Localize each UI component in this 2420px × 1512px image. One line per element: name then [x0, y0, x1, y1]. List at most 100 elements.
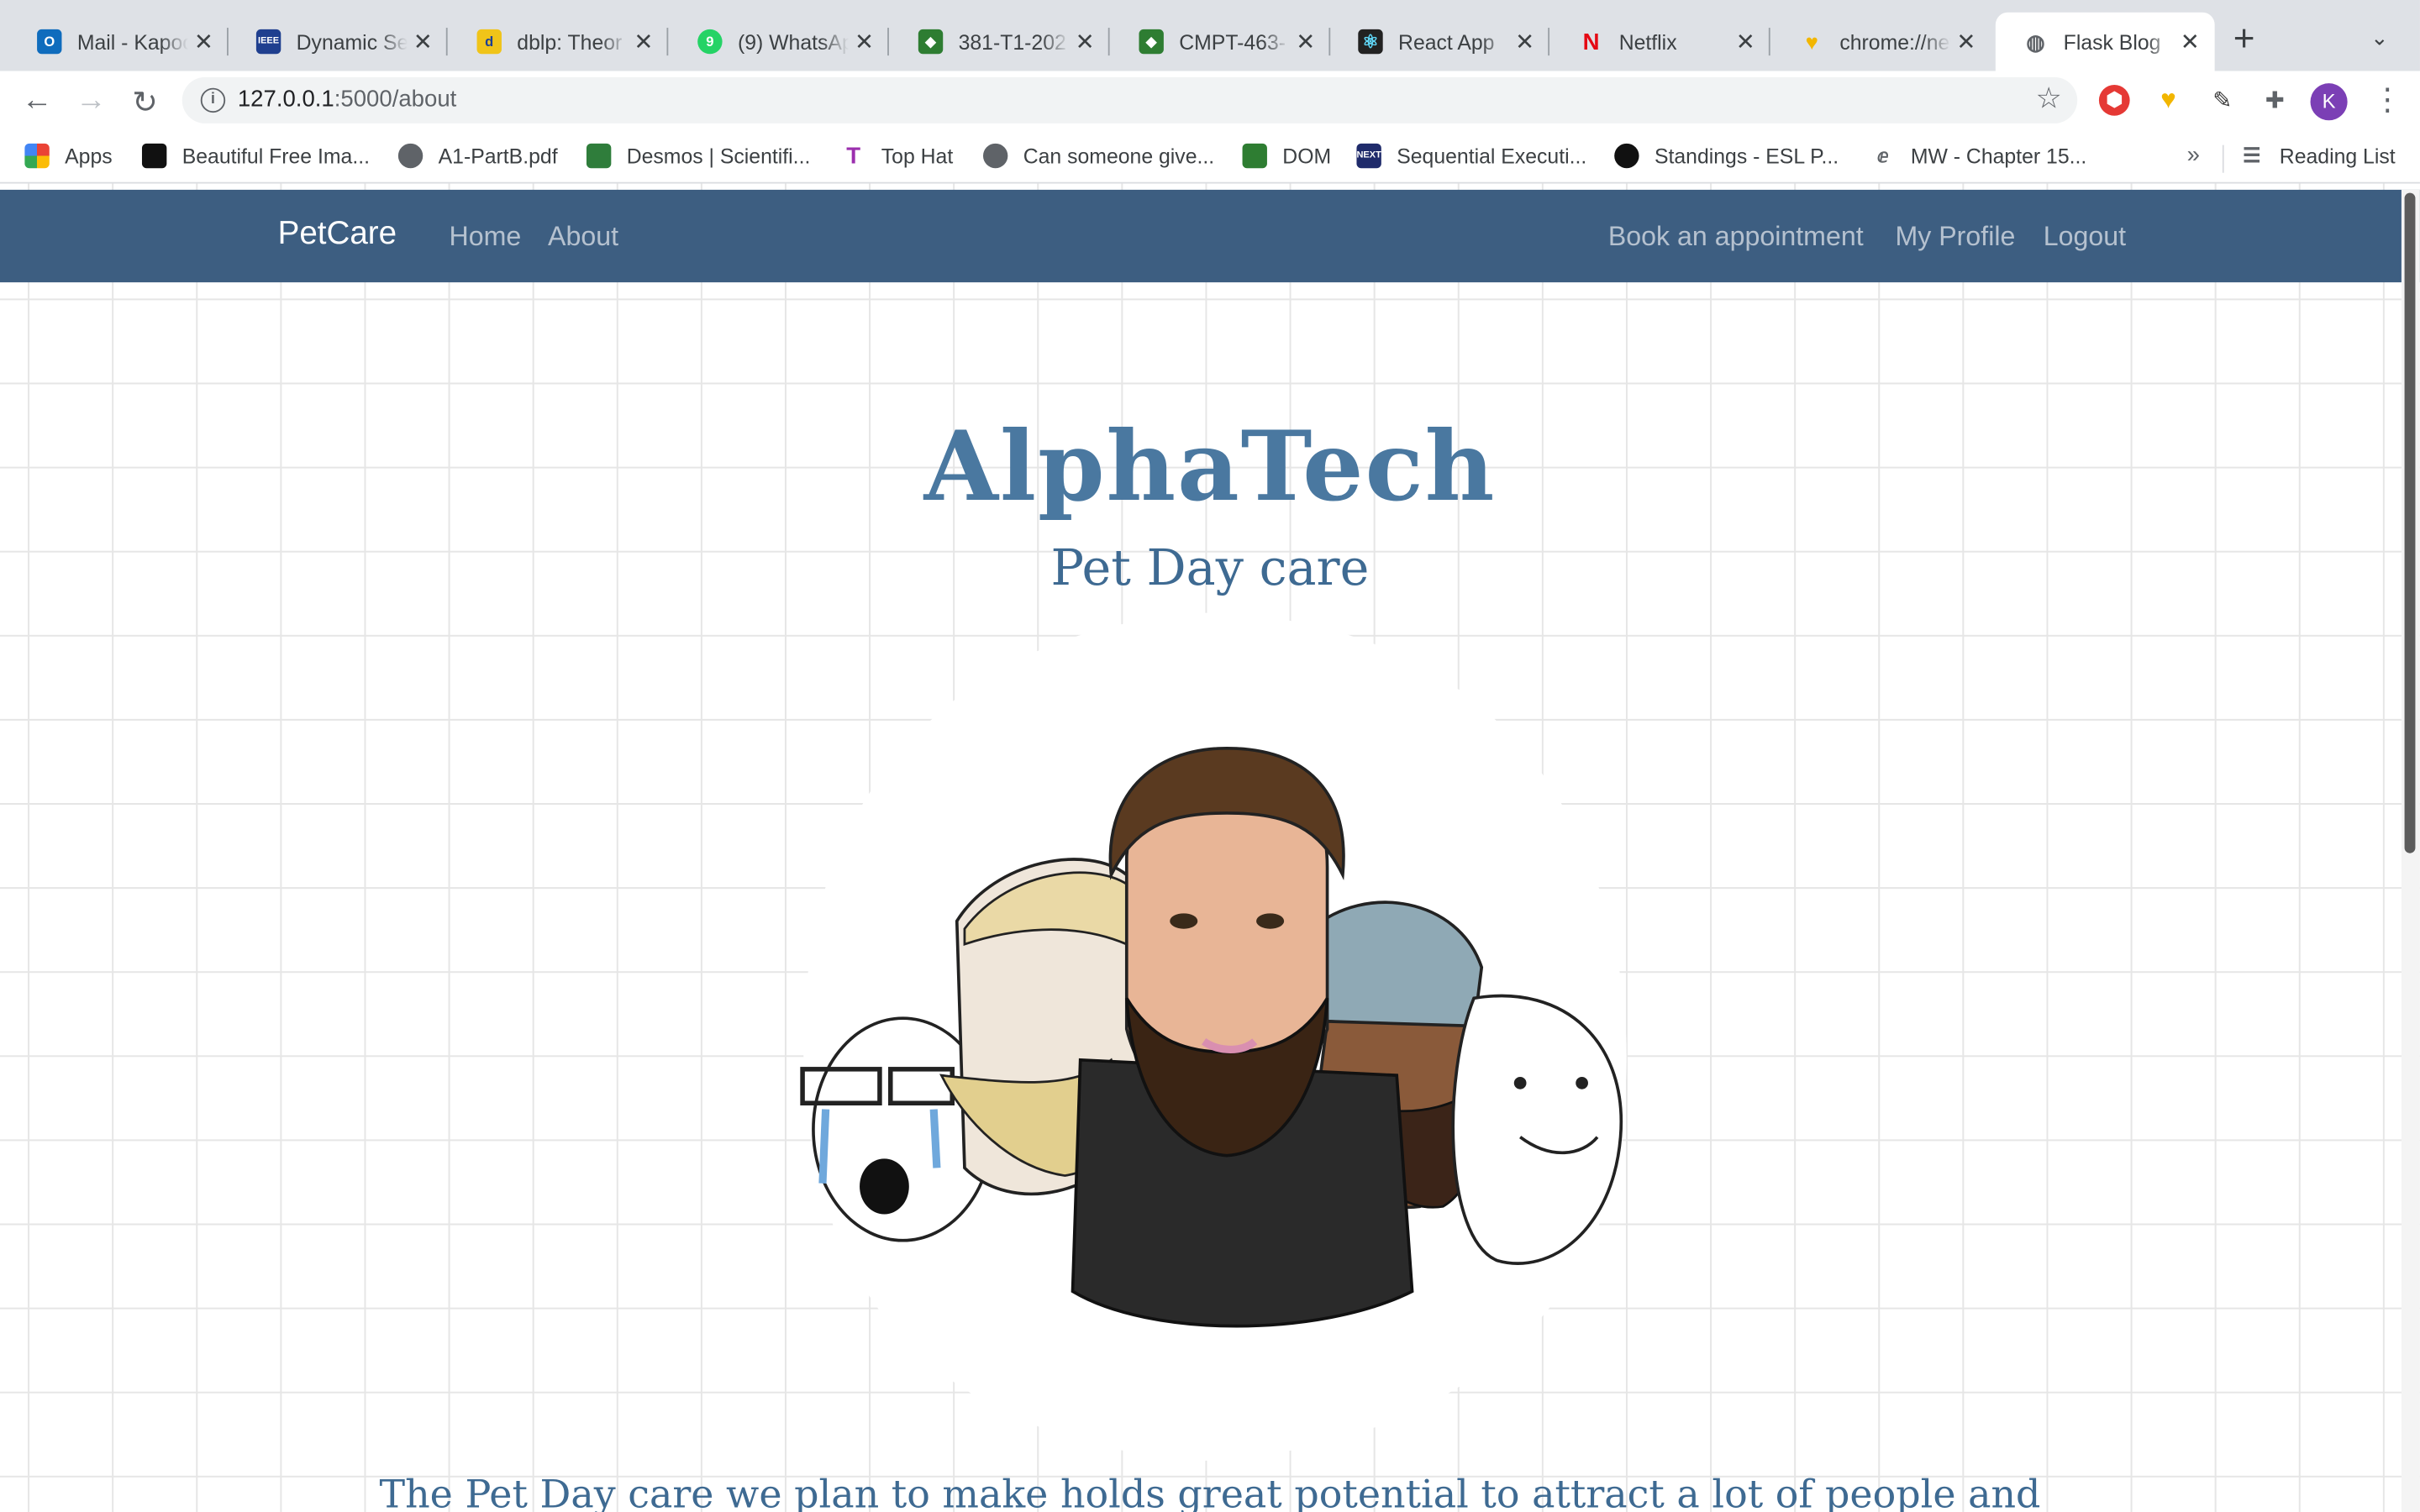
- puzzle-icon[interactable]: ✚: [2260, 85, 2291, 116]
- bookmark-label: DOM: [1282, 144, 1332, 168]
- bookmark-beautiful-free-images[interactable]: Beautiful Free Ima...: [141, 143, 370, 169]
- bookmark-label: Can someone give...: [1023, 144, 1215, 168]
- bookmark-label: Desmos | Scientifi...: [626, 144, 811, 168]
- unsplash-icon: [141, 143, 167, 169]
- desmos-icon: [586, 143, 612, 169]
- tab-title: chrome://new: [1839, 29, 1950, 54]
- bookmark-a1-partb[interactable]: A1-PartB.pdf: [397, 143, 558, 169]
- bookmarks-bar: Apps Beautiful Free Ima... A1-PartB.pdf …: [0, 132, 2420, 184]
- heart-icon: ♥: [1805, 29, 1818, 55]
- browser-toolbar: ← → ↻ i 127.0.0.1:5000/about ☆ ⬢ ♥ ✎ ✚ K…: [0, 71, 2420, 133]
- shield-icon: ◆: [918, 29, 944, 55]
- nav-home-link[interactable]: Home: [449, 221, 521, 254]
- outlook-icon: O: [37, 29, 62, 55]
- tab-ieee[interactable]: IEEE Dynamic Se ✕: [229, 13, 448, 71]
- reading-list-icon: ☰: [2243, 143, 2261, 167]
- nav-my-profile-link[interactable]: My Profile: [1895, 221, 2015, 254]
- react-icon: ⚛: [1358, 29, 1383, 55]
- page-scrollbar[interactable]: [2401, 189, 2420, 1512]
- bookmark-desmos[interactable]: Desmos | Scientifi...: [586, 143, 811, 169]
- chevron-down-icon[interactable]: ⌄: [2370, 24, 2389, 50]
- tab-mail[interactable]: O Mail - Kapoor ✕: [9, 13, 229, 71]
- bookmark-label: Apps: [65, 144, 113, 168]
- pen-icon[interactable]: ✎: [2207, 85, 2238, 116]
- bookmark-sequential-execution[interactable]: NEXT Sequential Executi...: [1356, 143, 1587, 169]
- back-button[interactable]: ←: [18, 83, 55, 118]
- tab-title: Mail - Kapoor: [76, 29, 188, 54]
- nav-about-link[interactable]: About: [548, 221, 618, 254]
- globe-icon: ◍: [2026, 28, 2045, 54]
- site-navbar: PetCare Home About Book an appointment M…: [0, 189, 2420, 283]
- new-tab-button[interactable]: +: [2233, 18, 2255, 61]
- bookmark-label: Standings - ESL P...: [1654, 144, 1839, 168]
- shield-icon: ◆: [1139, 29, 1164, 55]
- close-icon[interactable]: ✕: [1730, 28, 1761, 55]
- tab-title: CMPT-463-: [1179, 29, 1286, 54]
- address-bar[interactable]: i 127.0.0.1:5000/about ☆: [182, 76, 2078, 123]
- team-illustration: [800, 612, 1627, 1462]
- close-icon[interactable]: ✕: [188, 28, 219, 55]
- shield-icon: [1242, 143, 1267, 169]
- adblock-icon[interactable]: ⬢: [2098, 85, 2130, 116]
- tab-separator: [445, 28, 448, 56]
- dblp-icon: d: [476, 29, 502, 55]
- tab-separator: [1107, 28, 1110, 56]
- tab-strip: O Mail - Kapoor ✕ IEEE Dynamic Se ✕ d db…: [0, 0, 2420, 71]
- close-icon[interactable]: ✕: [1509, 28, 1540, 55]
- bookmark-mw-chapter[interactable]: ⅇ MW - Chapter 15...: [1870, 144, 2086, 168]
- bookmark-top-hat[interactable]: T Top Hat: [841, 142, 953, 170]
- close-icon[interactable]: ✕: [2175, 28, 2206, 55]
- tab-title: 381-T1-202: [958, 29, 1066, 54]
- url-text[interactable]: 127.0.0.1:5000/about: [238, 87, 456, 113]
- heart-extension-icon[interactable]: ♥: [2153, 85, 2184, 116]
- nav-logout-link[interactable]: Logout: [2044, 221, 2126, 254]
- ieee-icon: IEEE: [255, 29, 281, 55]
- globe-icon: [982, 143, 1008, 169]
- more-bookmarks-button[interactable]: »: [2187, 142, 2200, 168]
- bookmarks-divider: [2222, 144, 2224, 173]
- nav-book-appointment-link[interactable]: Book an appointment: [1608, 221, 1864, 254]
- info-icon[interactable]: i: [200, 87, 226, 113]
- tab-netflix[interactable]: N Netflix ✕: [1551, 13, 1770, 71]
- tab-separator: [1768, 28, 1770, 56]
- bookmark-label: MW - Chapter 15...: [1910, 144, 2087, 168]
- close-icon[interactable]: ✕: [408, 28, 439, 55]
- tab-dblp[interactable]: d dblp: Theor ✕: [449, 13, 669, 71]
- kebab-menu-icon[interactable]: ⋮: [2372, 81, 2403, 119]
- close-icon[interactable]: ✕: [1290, 28, 1321, 55]
- bookmark-label: A1-PartB.pdf: [438, 144, 558, 168]
- bookmark-dom[interactable]: DOM: [1242, 143, 1332, 169]
- globe-icon: [397, 143, 424, 169]
- intro-paragraph: The Pet Day care we plan to make holds g…: [379, 1472, 2041, 1512]
- tophat-icon: T: [846, 142, 861, 170]
- tab-cmpt[interactable]: ◆ CMPT-463- ✕: [1111, 13, 1331, 71]
- close-icon[interactable]: ✕: [629, 28, 660, 55]
- close-icon[interactable]: ✕: [1951, 28, 1982, 55]
- tab-whatsapp[interactable]: 9 (9) WhatsAp ✕: [670, 13, 889, 71]
- tab-react-app[interactable]: ⚛ React App ✕: [1330, 13, 1550, 71]
- reload-button[interactable]: ↻: [127, 83, 164, 122]
- close-icon[interactable]: ✕: [1070, 28, 1101, 55]
- reading-list-button[interactable]: ☰ Reading List: [2239, 144, 2396, 168]
- close-icon[interactable]: ✕: [849, 28, 880, 55]
- tab-separator: [1548, 28, 1550, 56]
- url-path: :5000/about: [334, 86, 457, 113]
- avatar[interactable]: K: [2310, 83, 2348, 121]
- bookmark-can-someone-give[interactable]: Can someone give...: [982, 143, 1215, 169]
- tab-chrome-newtab[interactable]: ♥ chrome://new ✕: [1772, 13, 1991, 71]
- bookmark-apps[interactable]: Apps: [24, 143, 113, 169]
- scrollbar-thumb[interactable]: [2404, 192, 2416, 853]
- tab-title: dblp: Theor: [517, 29, 623, 54]
- netflix-icon: N: [1582, 28, 1600, 55]
- page-title: AlphaTech: [923, 410, 1497, 523]
- bookmark-label: Sequential Executi...: [1397, 144, 1587, 168]
- bookmark-standings-esl[interactable]: Standings - ESL P...: [1614, 143, 1839, 169]
- brand-link[interactable]: PetCare: [278, 216, 397, 253]
- forward-button[interactable]: →: [72, 83, 109, 118]
- tab-381[interactable]: ◆ 381-T1-202 ✕: [891, 13, 1110, 71]
- tab-title: (9) WhatsAp: [737, 29, 850, 54]
- tab-title: React App: [1398, 29, 1495, 54]
- star-icon[interactable]: ☆: [2036, 81, 2062, 117]
- tab-separator: [666, 28, 669, 56]
- tab-flask-blog[interactable]: ◍ Flask Blog ✕: [1995, 12, 2215, 71]
